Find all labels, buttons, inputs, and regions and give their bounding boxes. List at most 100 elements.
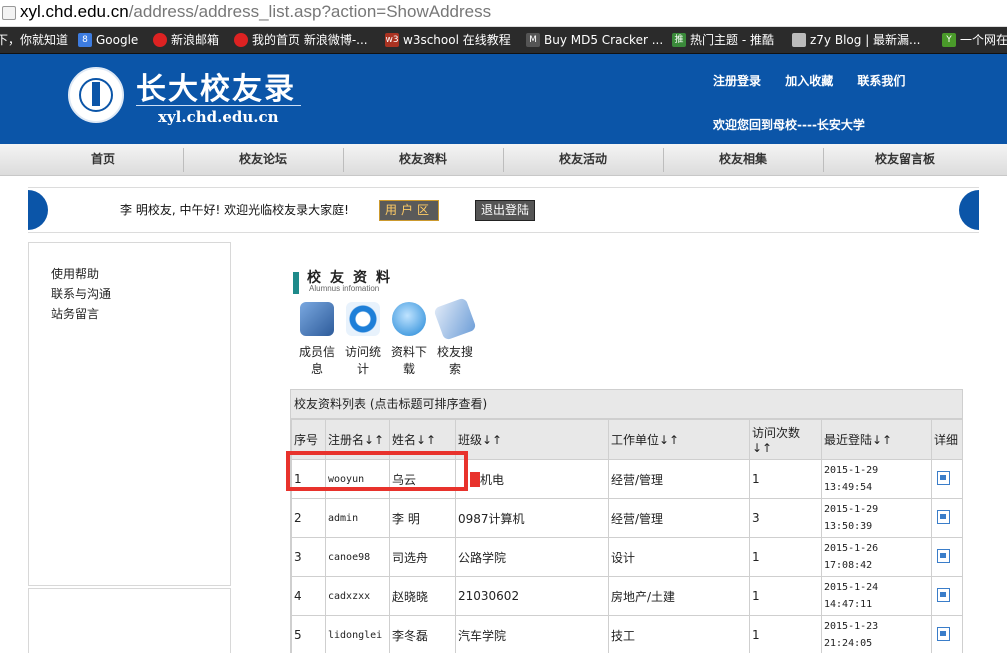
- download-icon: [392, 302, 426, 336]
- nav-alumni-info[interactable]: 校友资料: [343, 144, 503, 175]
- bookmark-8[interactable]: Y一个网在: [942, 27, 1007, 53]
- cell-work: 经营/管理: [609, 499, 750, 538]
- login-date: 2015-1-26: [824, 543, 878, 554]
- bookmark-label: 热门主题 - 推酷: [690, 27, 774, 53]
- sidebar: 使用帮助 联系与沟通 站务留言: [28, 242, 231, 586]
- bookmark-label: 下，你就知道: [0, 27, 68, 53]
- cell-detail: [932, 499, 963, 538]
- col-header-username[interactable]: 注册名↓↑: [326, 420, 390, 460]
- cell-no: 5: [292, 616, 326, 653]
- main-nav: 首页 校友论坛 校友资料 校友活动 校友相集 校友留言板: [0, 144, 1007, 176]
- cell-name: 赵晓晓: [390, 577, 456, 616]
- sidebar-item-guestbook[interactable]: 站务留言: [51, 305, 99, 322]
- cell-name: 李冬磊: [390, 616, 456, 653]
- bookmark-5[interactable]: MBuy MD5 Cracker ...: [526, 27, 663, 53]
- userbar-right-cap: [959, 190, 979, 230]
- cell-username[interactable]: cadxzxx: [326, 577, 390, 616]
- detail-icon[interactable]: [937, 588, 950, 602]
- userbar-left-cap: [28, 190, 48, 230]
- nav-albums[interactable]: 校友相集: [663, 144, 823, 175]
- nav-home[interactable]: 首页: [23, 144, 183, 175]
- nav-guestbook[interactable]: 校友留言板: [823, 144, 987, 175]
- login-time: 17:08:42: [824, 560, 872, 571]
- site-header: 长大校友录 xyl.chd.edu.cn 注册登录 加入收藏 联系我们 欢迎您回…: [0, 54, 1007, 144]
- bookmark-3[interactable]: 我的首页 新浪微博-...: [234, 27, 368, 53]
- contact-us-link[interactable]: 联系我们: [857, 74, 905, 88]
- cell-work: 房地产/土建: [609, 577, 750, 616]
- bookmark-1[interactable]: 8Google: [78, 27, 138, 53]
- tool-download[interactable]: 资料下载: [386, 302, 432, 378]
- cell-work: 经营/管理: [609, 460, 750, 499]
- alumni-table: 序号 注册名↓↑ 姓名↓↑ 班级↓↑ 工作单位↓↑ 访问次数↓↑ 最近登陆↓↑ …: [291, 419, 963, 653]
- detail-icon[interactable]: [937, 627, 950, 641]
- bookmark-label: Google: [96, 27, 138, 53]
- tool-visit-stats[interactable]: 访问统计: [340, 302, 386, 378]
- cell-username[interactable]: wooyun: [326, 460, 390, 499]
- nav-activities[interactable]: 校友活动: [503, 144, 663, 175]
- university-emblem-icon: [68, 67, 124, 123]
- register-login-link[interactable]: 注册登录: [713, 74, 761, 88]
- login-time: 13:49:54: [824, 482, 872, 493]
- address-bar[interactable]: xyl.chd.edu.cn/address/address_list.asp?…: [0, 0, 1007, 27]
- sidebar-item-contact[interactable]: 联系与沟通: [51, 285, 111, 302]
- cell-name: 乌云: [390, 460, 456, 499]
- cell-last-login: 2015-1-2913:49:54: [822, 460, 932, 499]
- col-header-name[interactable]: 姓名↓↑: [390, 420, 456, 460]
- search-icon: [433, 297, 477, 341]
- bookmark-label: 我的首页 新浪微博-...: [252, 27, 368, 53]
- tool-member-info[interactable]: 成员信息: [294, 302, 340, 378]
- col-header-visits[interactable]: 访问次数↓↑: [750, 420, 822, 460]
- sidebar-item-help[interactable]: 使用帮助: [51, 265, 99, 282]
- tool-label: 资料下载: [389, 344, 429, 378]
- bookmark-6[interactable]: 推热门主题 - 推酷: [672, 27, 774, 53]
- sidebar-panel-lower: [28, 588, 231, 653]
- tool-search[interactable]: 校友搜索: [432, 302, 478, 378]
- cell-detail: [932, 460, 963, 499]
- cell-class: 21030602: [456, 577, 609, 616]
- md5-icon: M: [526, 33, 540, 47]
- detail-icon[interactable]: [937, 510, 950, 524]
- cell-last-login: 2015-1-2321:24:05: [822, 616, 932, 653]
- cell-visits: 1: [750, 460, 822, 499]
- header-links: 注册登录 加入收藏 联系我们: [713, 72, 925, 89]
- cell-last-login: 2015-1-26 17:08:42: [822, 538, 932, 577]
- table-row: 4 cadxzxx 赵晓晓 21030602 房地产/土建 1 2015-1-2…: [292, 577, 963, 616]
- col-header-class[interactable]: 班级↓↑: [456, 420, 609, 460]
- site-domain: xyl.chd.edu.cn: [158, 108, 279, 126]
- detail-icon[interactable]: [937, 471, 950, 485]
- bookmark-4[interactable]: w3w3school 在线教程: [385, 27, 511, 53]
- url-text[interactable]: xyl.chd.edu.cn/address/address_list.asp?…: [20, 0, 491, 24]
- tool-label: 成员信息: [297, 344, 337, 378]
- user-area-button[interactable]: 用户区: [379, 200, 439, 221]
- z7y-icon: [792, 33, 806, 47]
- nav-forum[interactable]: 校友论坛: [183, 144, 343, 175]
- page-icon: [2, 6, 16, 20]
- detail-icon[interactable]: [937, 549, 950, 563]
- bookmark-label: z7y Blog | 最新漏...: [810, 27, 921, 53]
- table-row: 2 admin 李 明 0987计算机 经营/管理 3 2015-1-2913:…: [292, 499, 963, 538]
- section-title-bar: [293, 272, 299, 294]
- bookmark-7[interactable]: z7y Blog | 最新漏...: [792, 27, 921, 53]
- weibo-icon: [234, 33, 248, 47]
- col-header-work[interactable]: 工作单位↓↑: [609, 420, 750, 460]
- login-time: 14:47:11: [824, 599, 872, 610]
- login-date: 2015-1-29: [824, 504, 878, 515]
- bookmark-2[interactable]: 新浪邮箱: [153, 27, 219, 53]
- tuicool-icon: 推: [672, 33, 686, 47]
- col-header-last-login[interactable]: 最近登陆↓↑: [822, 420, 932, 460]
- cell-username[interactable]: lidonglei: [326, 616, 390, 653]
- cell-username[interactable]: admin: [326, 499, 390, 538]
- cell-username[interactable]: canoe98: [326, 538, 390, 577]
- logout-button[interactable]: 退出登陆: [475, 200, 535, 221]
- cell-class: 0987计算机: [456, 499, 609, 538]
- cell-no: 3: [292, 538, 326, 577]
- add-favorite-link[interactable]: 加入收藏: [785, 74, 833, 88]
- login-date: 2015-1-24: [824, 582, 878, 593]
- red-highlight-marker: [470, 472, 480, 487]
- url-path: /address/address_list.asp?action=ShowAdd…: [129, 2, 491, 21]
- bookmarks-bar: 下，你就知道 8Google 新浪邮箱 我的首页 新浪微博-... w3w3sc…: [0, 27, 1007, 54]
- login-date: 2015-1-23: [824, 621, 878, 632]
- cell-no: 1: [292, 460, 326, 499]
- user-bar: 李 明校友, 中午好! 欢迎光临校友录大家庭! 用户区 退出登陆: [28, 187, 979, 233]
- bookmark-0[interactable]: 下，你就知道: [0, 27, 68, 53]
